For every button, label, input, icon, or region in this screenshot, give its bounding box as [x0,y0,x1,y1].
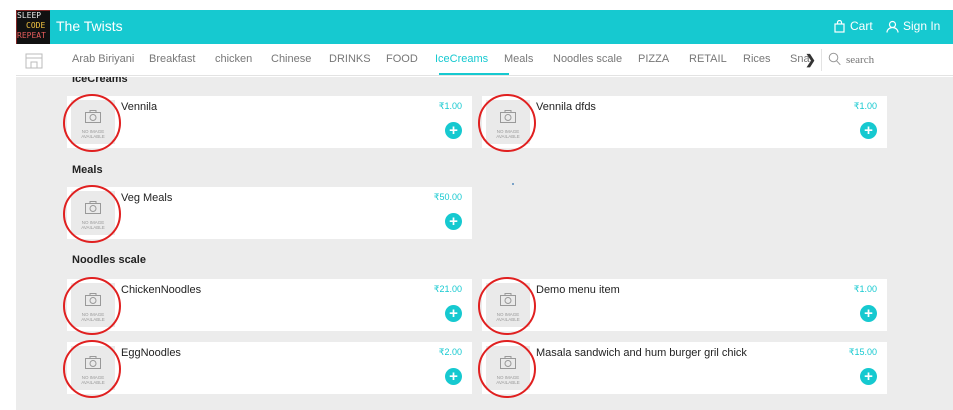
add-to-cart-button[interactable]: + [860,122,877,139]
menu-item-card[interactable]: NO IMAGE AVAILABLE Demo menu item ₹1.00 … [482,279,887,331]
annotation-circle [63,277,121,335]
category-nav: Arab Biriyani Breakfast chicken Chinese … [16,44,953,76]
item-price: ₹2.00 [438,347,462,357]
stray-dot [512,183,514,185]
nav-item-chicken[interactable]: chicken [215,53,252,65]
user-icon [886,20,899,33]
menu-item-card[interactable]: NO IMAGE AVAILABLE Vennila dfds ₹1.00 + [482,96,887,148]
menu-content: IceCreams NO IMAGE AVAILABLE Vennila ₹1.… [16,77,953,410]
add-to-cart-button[interactable]: + [860,305,877,322]
item-name: ChickenNoodles [121,284,202,296]
item-name: Veg Meals [121,192,173,204]
brand-logo[interactable]: SLEEP CODE REPEAT [16,10,50,44]
menu-item-card[interactable]: NO IMAGE AVAILABLE ChickenNoodles ₹21.00… [67,279,472,331]
item-price: ₹1.00 [438,101,462,111]
item-name: Vennila dfds [536,101,596,113]
cart-button[interactable]: Cart [834,19,873,33]
nav-item-food[interactable]: FOOD [386,53,418,65]
logo-line-3: REPEAT [17,31,46,40]
annotation-circle [63,340,121,398]
shopping-bag-icon [834,19,845,33]
search-icon [828,52,841,66]
menu-item-card[interactable]: NO IMAGE AVAILABLE Veg Meals ₹50.00 + [67,187,472,239]
nav-item-breakfast[interactable]: Breakfast [149,53,195,65]
annotation-circle [478,340,536,398]
item-name: Masala sandwich and hum burger gril chic… [536,347,747,359]
cart-label: Cart [850,19,873,33]
menu-item-card[interactable]: NO IMAGE AVAILABLE EggNoodles ₹2.00 + [67,342,472,394]
nav-item-noodles-scale[interactable]: Noodles scale [553,53,622,65]
menu-item-card[interactable]: NO IMAGE AVAILABLE Vennila ₹1.00 + [67,96,472,148]
item-price: ₹50.00 [433,192,462,202]
annotation-circle [63,94,121,152]
item-price: ₹1.00 [853,101,877,111]
item-name: EggNoodles [121,347,181,359]
item-price: ₹1.00 [853,284,877,294]
annotation-circle [478,277,536,335]
add-to-cart-button[interactable]: + [860,368,877,385]
nav-item-pizza[interactable]: PIZZA [638,53,669,65]
section-title-icecreams: IceCreams [72,77,128,85]
menu-item-card[interactable]: NO IMAGE AVAILABLE Masala sandwich and h… [482,342,887,394]
nav-item-chinese[interactable]: Chinese [271,53,311,65]
annotation-circle [63,185,121,243]
item-price: ₹15.00 [848,347,877,357]
top-header: SLEEP CODE REPEAT The Twists Cart Sign I… [16,10,953,44]
logo-line-1: SLEEP [17,11,42,20]
sign-in-label: Sign In [903,19,941,33]
active-tab-indicator [439,73,509,75]
store-icon[interactable] [23,52,45,70]
nav-item-arab-biriyani[interactable]: Arab Biriyani [72,53,134,65]
chevron-right-icon[interactable]: ❯ [805,52,816,68]
app-title[interactable]: The Twists [56,18,123,34]
section-title-noodles-scale: Noodles scale [72,254,146,266]
nav-item-drinks[interactable]: DRINKS [329,53,371,65]
search-box [821,49,941,71]
item-price: ₹21.00 [433,284,462,294]
add-to-cart-button[interactable]: + [445,368,462,385]
nav-item-icecreams[interactable]: IceCreams [435,53,488,65]
nav-item-rices[interactable]: Rices [743,53,771,65]
app: SLEEP CODE REPEAT The Twists Cart Sign I… [0,0,953,410]
add-to-cart-button[interactable]: + [445,213,462,230]
logo-line-2: CODE [26,21,46,30]
item-name: Demo menu item [536,284,620,296]
add-to-cart-button[interactable]: + [445,305,462,322]
item-name: Vennila [121,101,158,113]
add-to-cart-button[interactable]: + [445,122,462,139]
search-input[interactable] [846,52,936,68]
nav-item-retail[interactable]: RETAIL [689,53,727,65]
annotation-circle [478,94,536,152]
sign-in-button[interactable]: Sign In [886,19,940,33]
section-title-meals: Meals [72,164,103,176]
nav-item-meals[interactable]: Meals [504,53,533,65]
